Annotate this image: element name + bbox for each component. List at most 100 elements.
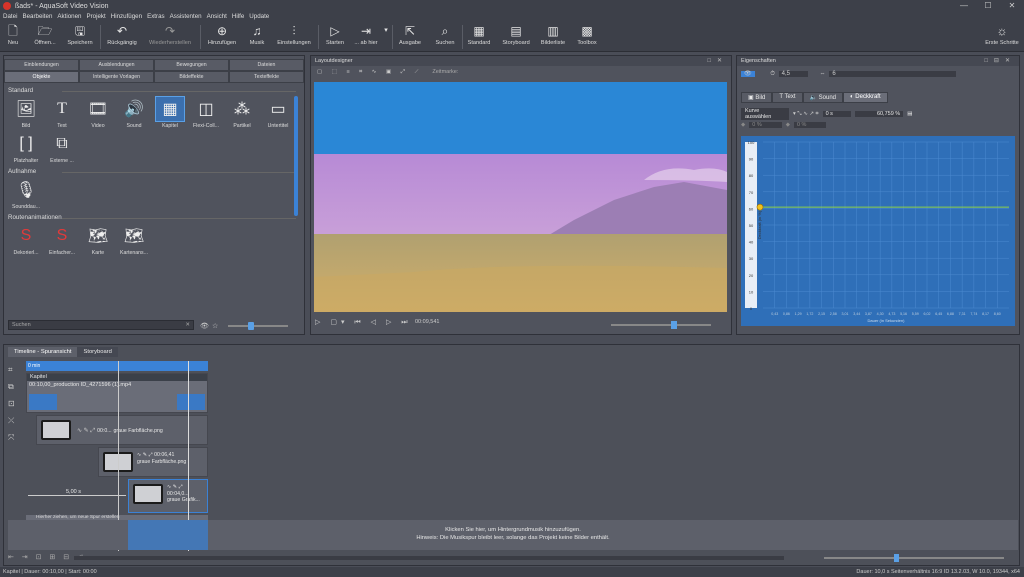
tab-texteffekte[interactable]: Texteffekte xyxy=(229,71,304,83)
tab-intelligente-vorlagen[interactable]: Intelligente Vorlagen xyxy=(79,71,154,83)
clip-tools-icon[interactable]: ∿ ✎ ⤢ xyxy=(137,452,154,458)
timeline-ruler[interactable]: 0 min xyxy=(26,361,208,371)
eye-icon[interactable]: 👁 xyxy=(741,71,755,77)
object-karte[interactable]: 🗺 Karte xyxy=(80,224,116,256)
object-kartenansicht[interactable]: 🗺 Kartenans... xyxy=(116,224,152,256)
curve-tools-icon[interactable]: ▾ ⤡ ∿ ↗ ⌗ xyxy=(793,111,819,118)
keyframe-icon[interactable]: ◆ xyxy=(786,122,790,128)
tab-storyboard[interactable]: Storyboard xyxy=(77,347,118,357)
layout-standard-button[interactable]: ▦ Standard xyxy=(464,24,494,46)
clip-tools-icon[interactable]: ∿ ✎ ⤢ xyxy=(167,484,200,491)
menu-hilfe[interactable]: Hilfe xyxy=(232,12,244,22)
object-flexi-collage[interactable]: ◫ Flexi-Coll... xyxy=(188,97,224,129)
time-input[interactable]: 0 s xyxy=(822,111,851,117)
object-partikel[interactable]: ⁂ Partikel xyxy=(224,97,260,129)
opacity-curve-graph[interactable]: 100 90 80 70 60 50 40 30 20 10 0 0,43 0,86 1,29 1,72 2,… xyxy=(741,136,1015,326)
panel-controls[interactable]: □✕ xyxy=(707,56,728,66)
tab-text[interactable]: T Text xyxy=(772,92,803,103)
toolbox-search-input[interactable]: Suchen ✕ xyxy=(8,320,194,330)
view-icon[interactable]: 👁 xyxy=(200,322,209,330)
section-standard[interactable]: Standard xyxy=(4,87,304,94)
menu-hinzufuegen[interactable]: Hinzufügen xyxy=(111,12,142,22)
tab-deckkraft[interactable]: ◐ Deckkraft xyxy=(843,92,888,103)
output-button[interactable]: ⇱ Ausgabe xyxy=(396,24,424,46)
play-from-here-button[interactable]: ⇥ ... ab hier xyxy=(352,24,380,46)
calculator-icon[interactable]: ▤ xyxy=(907,111,912,117)
tab-dateien[interactable]: Dateien xyxy=(229,59,304,71)
playback-controls[interactable]: ▷ ▢▾ ⏮ ◁ ▷ ⏭ xyxy=(315,318,412,327)
object-kapitel[interactable]: ▦ Kapitel xyxy=(152,96,188,129)
layout-tools-icon[interactable]: ▢ ⬚ ≡ ⌗ ∿ ▣ ⤢ ⟋ xyxy=(317,69,422,75)
duration-input[interactable]: 4,5 xyxy=(778,71,808,77)
panel-controls[interactable]: □⊟✕ xyxy=(984,56,1016,66)
start-button[interactable]: ▷ Starten xyxy=(322,24,348,46)
preview-zoom-slider[interactable] xyxy=(611,321,711,329)
menu-assistenten[interactable]: Assistenten xyxy=(170,12,202,22)
layout-storyboard-button[interactable]: ▤ Storyboard xyxy=(498,24,534,46)
tab-ausblendungen[interactable]: Ausblendungen xyxy=(79,59,154,71)
settings-button[interactable]: ⫶ Einstellungen xyxy=(272,24,316,46)
clip-track-2[interactable]: ∿ ✎ ⤢ 00:06,41 graue Farbfläche.png xyxy=(98,447,208,477)
track-select-icon[interactable]: ⤧ xyxy=(8,429,15,446)
object-sound[interactable]: 🔊 Sound xyxy=(116,97,152,129)
object-video[interactable]: 🎞 Video xyxy=(80,97,116,129)
object-platzhalter[interactable]: [ ] Platzhalter xyxy=(8,132,44,164)
menu-ansicht[interactable]: Ansicht xyxy=(207,12,227,22)
tab-bildeffekte[interactable]: Bildeffekte xyxy=(154,71,229,83)
clip-track-3[interactable]: ∿ ✎ ⤢ 00:04,0... graue Grafik... xyxy=(128,479,208,513)
track-add-icon[interactable]: ⌗ xyxy=(8,361,15,378)
timeline-zoom-slider[interactable] xyxy=(824,554,1004,562)
object-bild[interactable]: 🖼 Bild xyxy=(8,97,44,129)
track-copy-icon[interactable]: ⧉ xyxy=(8,378,15,395)
object-dekorierte-route[interactable]: S Dekorierl... xyxy=(8,224,44,256)
save-button[interactable]: 🖫 Speichern xyxy=(64,24,96,46)
menu-extras[interactable]: Extras xyxy=(147,12,165,22)
object-einfache-route[interactable]: S Einfacher... xyxy=(44,224,80,256)
toolbox-button[interactable]: ▩ Toolbox xyxy=(572,24,602,46)
percent-input-1[interactable]: 0 % xyxy=(749,122,782,128)
preview-canvas[interactable] xyxy=(314,82,727,312)
play-dropdown[interactable]: ▾ xyxy=(382,24,390,40)
image-list-button[interactable]: ▥ Bilderliste xyxy=(536,24,570,46)
object-untertitel[interactable]: ▭ Untertitel xyxy=(260,97,296,129)
search-button[interactable]: ⌕ Suchen xyxy=(432,24,458,46)
clip-tools-icon[interactable]: ∿ ✎ ⤢ xyxy=(77,428,95,434)
object-text[interactable]: T Text xyxy=(44,97,80,129)
open-button[interactable]: 🗁 Öffnen... xyxy=(30,24,60,46)
first-steps-button[interactable]: ☼ Erste Schritte xyxy=(982,24,1022,46)
tab-einblendungen[interactable]: Einblendungen xyxy=(4,59,79,71)
toolbox-scrollbar[interactable] xyxy=(294,96,298,216)
section-aufnahme[interactable]: Aufnahme xyxy=(4,168,304,175)
tab-timeline[interactable]: Timeline - Spuransicht xyxy=(8,347,78,357)
tab-bewegungen[interactable]: Bewegungen xyxy=(154,59,229,71)
close-button[interactable]: ✕ xyxy=(1000,0,1024,12)
track-paste-icon[interactable]: ⊡ xyxy=(8,395,15,412)
star-icon[interactable]: ☆ xyxy=(212,322,218,330)
music-button[interactable]: ♫ Musik xyxy=(246,24,268,46)
menu-datei[interactable]: Datei xyxy=(3,12,17,22)
timeline-zoom-handle[interactable] xyxy=(894,554,899,562)
keyframe-icon[interactable]: ◆ xyxy=(741,122,745,128)
section-routenanimationen[interactable]: Routenanimationen xyxy=(4,214,304,221)
new-button[interactable]: 🗋 Neu xyxy=(2,24,24,46)
curve-select[interactable]: Kurve auswählen xyxy=(741,108,789,120)
track-cut-icon[interactable]: ⤫ xyxy=(8,412,15,429)
clip-track-1[interactable]: ∿ ✎ ⤢ 00:0... graue Farbfläche.png xyxy=(36,415,208,445)
timeline-hscrollbar[interactable] xyxy=(74,556,784,560)
tab-objekte[interactable]: Objekte xyxy=(4,71,79,83)
object-externe[interactable]: ⧉ Externe ... xyxy=(44,132,80,164)
redo-button[interactable]: ↷ Wiederherstellen xyxy=(144,24,196,46)
minimize-button[interactable]: — xyxy=(952,0,976,12)
menu-projekt[interactable]: Projekt xyxy=(86,12,105,22)
width-input[interactable]: 6 xyxy=(829,71,956,77)
opacity-input[interactable]: 60,759 % xyxy=(854,111,904,117)
maximize-button[interactable]: ☐ xyxy=(976,0,1000,12)
menu-bearbeiten[interactable]: Bearbeiten xyxy=(22,12,52,22)
undo-button[interactable]: ↶ Rückgängig xyxy=(104,24,140,46)
menu-update[interactable]: Update xyxy=(249,12,269,22)
tab-sound[interactable]: 🔈 Sound xyxy=(802,92,843,103)
clear-icon[interactable]: ✕ xyxy=(185,321,190,329)
menu-aktionen[interactable]: Aktionen xyxy=(57,12,81,22)
tab-bild[interactable]: ▣ Bild xyxy=(741,92,773,103)
object-sounddatei[interactable]: 🎙 Sounddau... xyxy=(8,178,44,210)
